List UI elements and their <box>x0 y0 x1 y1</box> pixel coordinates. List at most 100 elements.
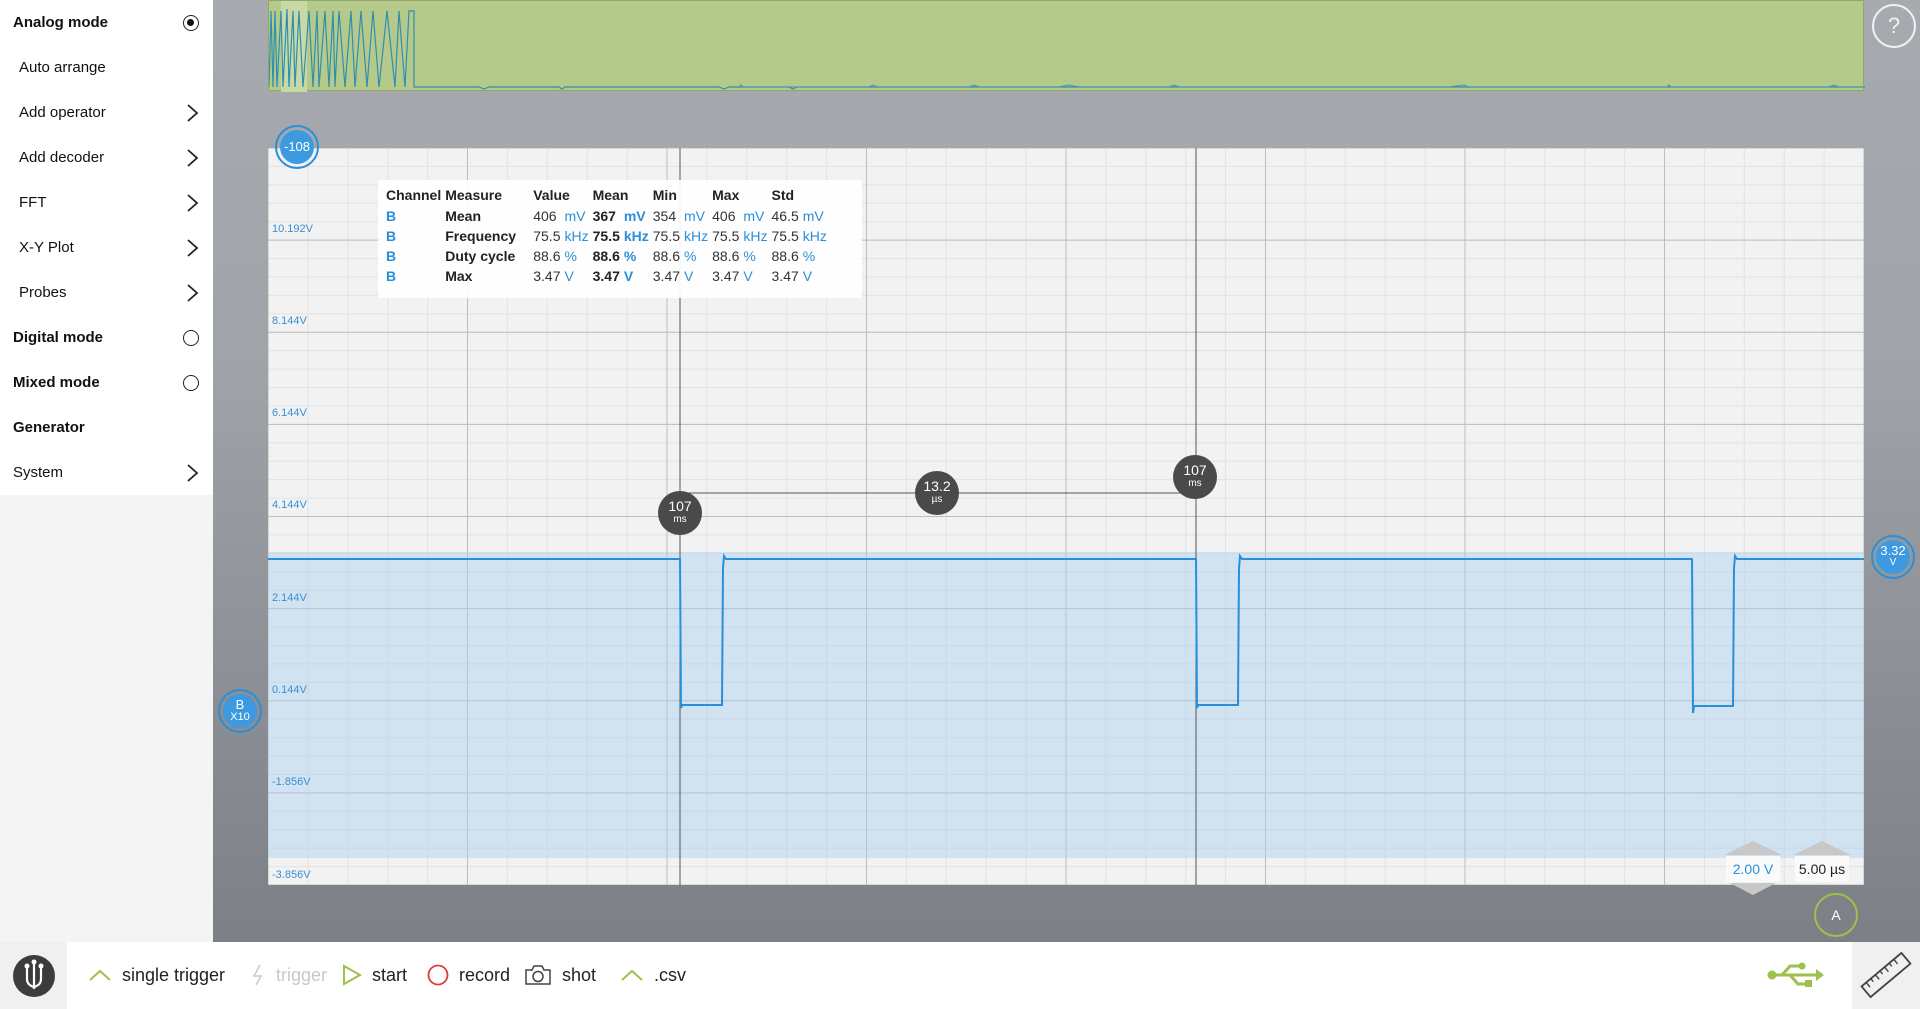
value-unit-cell: mV <box>564 208 586 224</box>
sidebar-item-xy-plot[interactable]: X-Y Plot <box>0 225 213 270</box>
chevron-right-icon <box>187 463 199 482</box>
record-button[interactable]: record <box>427 962 510 988</box>
column-header: Channel <box>386 187 442 203</box>
column-header: Measure <box>445 187 503 203</box>
value-cell: 3.47 <box>533 268 561 284</box>
y-axis-label: -1.856V <box>272 776 311 788</box>
channel-cell: B <box>386 228 397 244</box>
table-row: B Max 3.47 V 3.47 V 3.47 V 3.47 V 3.47 V <box>386 266 831 286</box>
trigger-button[interactable]: trigger <box>250 962 327 988</box>
single-trigger-label: single trigger <box>122 964 226 985</box>
max-unit-cell: kHz <box>743 228 768 244</box>
y-axis-label: 8.144V <box>272 315 307 327</box>
min-cell: 75.5 <box>652 228 681 244</box>
table-row: B Mean 406 mV 367 mV 354 mV 406 mV 46.5 mV <box>386 206 831 226</box>
csv-export-button[interactable]: .csv <box>620 962 686 988</box>
min-unit-cell: V <box>684 268 694 284</box>
time-scale-up-arrow[interactable] <box>1793 841 1851 855</box>
std-unit-cell: V <box>802 268 813 284</box>
measure-cell: Frequency <box>445 228 517 244</box>
radio-unselected-icon[interactable] <box>183 374 199 391</box>
measure-cell: Mean <box>445 208 482 224</box>
sidebar-item-generator[interactable]: Generator <box>0 405 213 450</box>
value-unit-cell: kHz <box>564 228 589 244</box>
cursor-left-marker[interactable]: 107 ms <box>658 491 702 535</box>
screenshot-button[interactable]: shot <box>524 962 596 988</box>
sidebar-item-label: Add operator <box>19 104 106 121</box>
max-unit-cell: mV <box>743 208 765 224</box>
help-button[interactable]: ? <box>1872 4 1916 48</box>
y-axis-label: 2.144V <box>272 592 307 604</box>
max-cell: 3.47 <box>712 268 740 284</box>
bottom-toolbar: single trigger trigger start record shot… <box>0 942 1920 1009</box>
radio-unselected-icon[interactable] <box>183 329 199 346</box>
value-unit-cell: V <box>564 268 574 284</box>
min-cell: 3.47 <box>652 268 681 284</box>
mean-unit-cell: kHz <box>623 228 649 244</box>
std-unit-cell: kHz <box>802 228 827 244</box>
sidebar-item-label: Analog mode <box>13 14 109 31</box>
chevron-up-icon <box>620 968 644 982</box>
cursor-right-unit: ms <box>1188 478 1202 489</box>
y-axis-label: 6.144V <box>272 407 307 419</box>
sidebar-item-add-decoder[interactable]: Add decoder <box>0 135 213 180</box>
sidebar-item-auto-arrange[interactable]: Auto arrange <box>0 45 213 90</box>
sidebar-item-label: Auto arrange <box>19 59 106 76</box>
single-trigger-button[interactable]: single trigger <box>88 962 225 988</box>
table-header-row: Channel Measure Value Mean Min Max Std <box>386 186 831 206</box>
sidebar-item-mixed-mode[interactable]: Mixed mode <box>0 360 213 405</box>
sidebar-item-label: System <box>13 464 64 481</box>
radio-selected-icon[interactable] <box>183 14 199 31</box>
start-button[interactable]: start <box>342 962 407 988</box>
sidebar-item-add-operator[interactable]: Add operator <box>0 90 213 135</box>
value-cell: 75.5 <box>533 228 561 244</box>
shot-label: shot <box>562 964 597 985</box>
sidebar-item-probes[interactable]: Probes <box>0 270 213 315</box>
sidebar-item-system[interactable]: System <box>0 450 213 495</box>
min-unit-cell: mV <box>684 208 706 224</box>
channel-probe: X10 <box>230 711 250 723</box>
value-cell: 88.6 <box>533 248 561 264</box>
min-cell: 88.6 <box>652 248 681 264</box>
mean-unit-cell: % <box>623 248 637 264</box>
chevron-up-icon <box>88 968 112 982</box>
sidebar-item-fft[interactable]: FFT <box>0 180 213 225</box>
cursor-right-marker[interactable]: 107 ms <box>1173 455 1217 499</box>
trigger-level-marker[interactable]: 3.32 V <box>1871 535 1915 579</box>
mean-cell: 75.5 <box>592 228 620 244</box>
sidebar: Analog mode Auto arrange Add operator Ad… <box>0 0 213 942</box>
sidebar-item-label: X-Y Plot <box>19 239 74 256</box>
sidebar-item-digital-mode[interactable]: Digital mode <box>0 315 213 360</box>
logo-icon[interactable] <box>13 955 55 997</box>
time-scale-display[interactable]: 5.00 µs <box>1795 856 1849 882</box>
std-cell: 3.47 <box>771 268 799 284</box>
overview-trace <box>269 8 1865 90</box>
voltage-scale-down-arrow[interactable] <box>1730 883 1776 895</box>
voltage-scale-display[interactable]: 2.00 V <box>1726 856 1780 882</box>
ruler-icon <box>1860 951 1912 999</box>
trigger-level-unit: V <box>1889 557 1897 568</box>
chevron-right-icon <box>187 103 199 122</box>
trigger-level-label: 3.32 V <box>1880 544 1905 569</box>
chevron-right-icon <box>187 193 199 212</box>
overview-strip[interactable] <box>268 0 1865 92</box>
signal-range-band <box>268 552 1864 858</box>
logo-area[interactable] <box>0 942 67 1009</box>
channel-b-marker[interactable]: B X10 <box>218 689 262 733</box>
sidebar-item-label: FFT <box>19 194 47 211</box>
voltage-scale-up-arrow[interactable] <box>1724 841 1782 855</box>
max-cell: 75.5 <box>712 228 740 244</box>
trigger-source-button[interactable]: A <box>1814 893 1858 937</box>
chevron-right-icon <box>187 283 199 302</box>
y-axis-label: -3.856V <box>272 869 311 881</box>
mean-unit-cell: V <box>623 268 634 284</box>
y-axis-label: 0.144V <box>272 684 307 696</box>
sidebar-item-analog-mode[interactable]: Analog mode <box>0 0 213 45</box>
std-unit-cell: % <box>802 248 816 264</box>
measure-tool-button[interactable] <box>1852 942 1920 1009</box>
min-unit-cell: % <box>684 248 697 264</box>
max-cell: 88.6 <box>712 248 740 264</box>
cursor-delta-value: 13.2 <box>923 478 951 494</box>
time-offset-marker[interactable]: -108 <box>275 125 319 169</box>
sidebar-item-label: Add decoder <box>19 149 105 166</box>
